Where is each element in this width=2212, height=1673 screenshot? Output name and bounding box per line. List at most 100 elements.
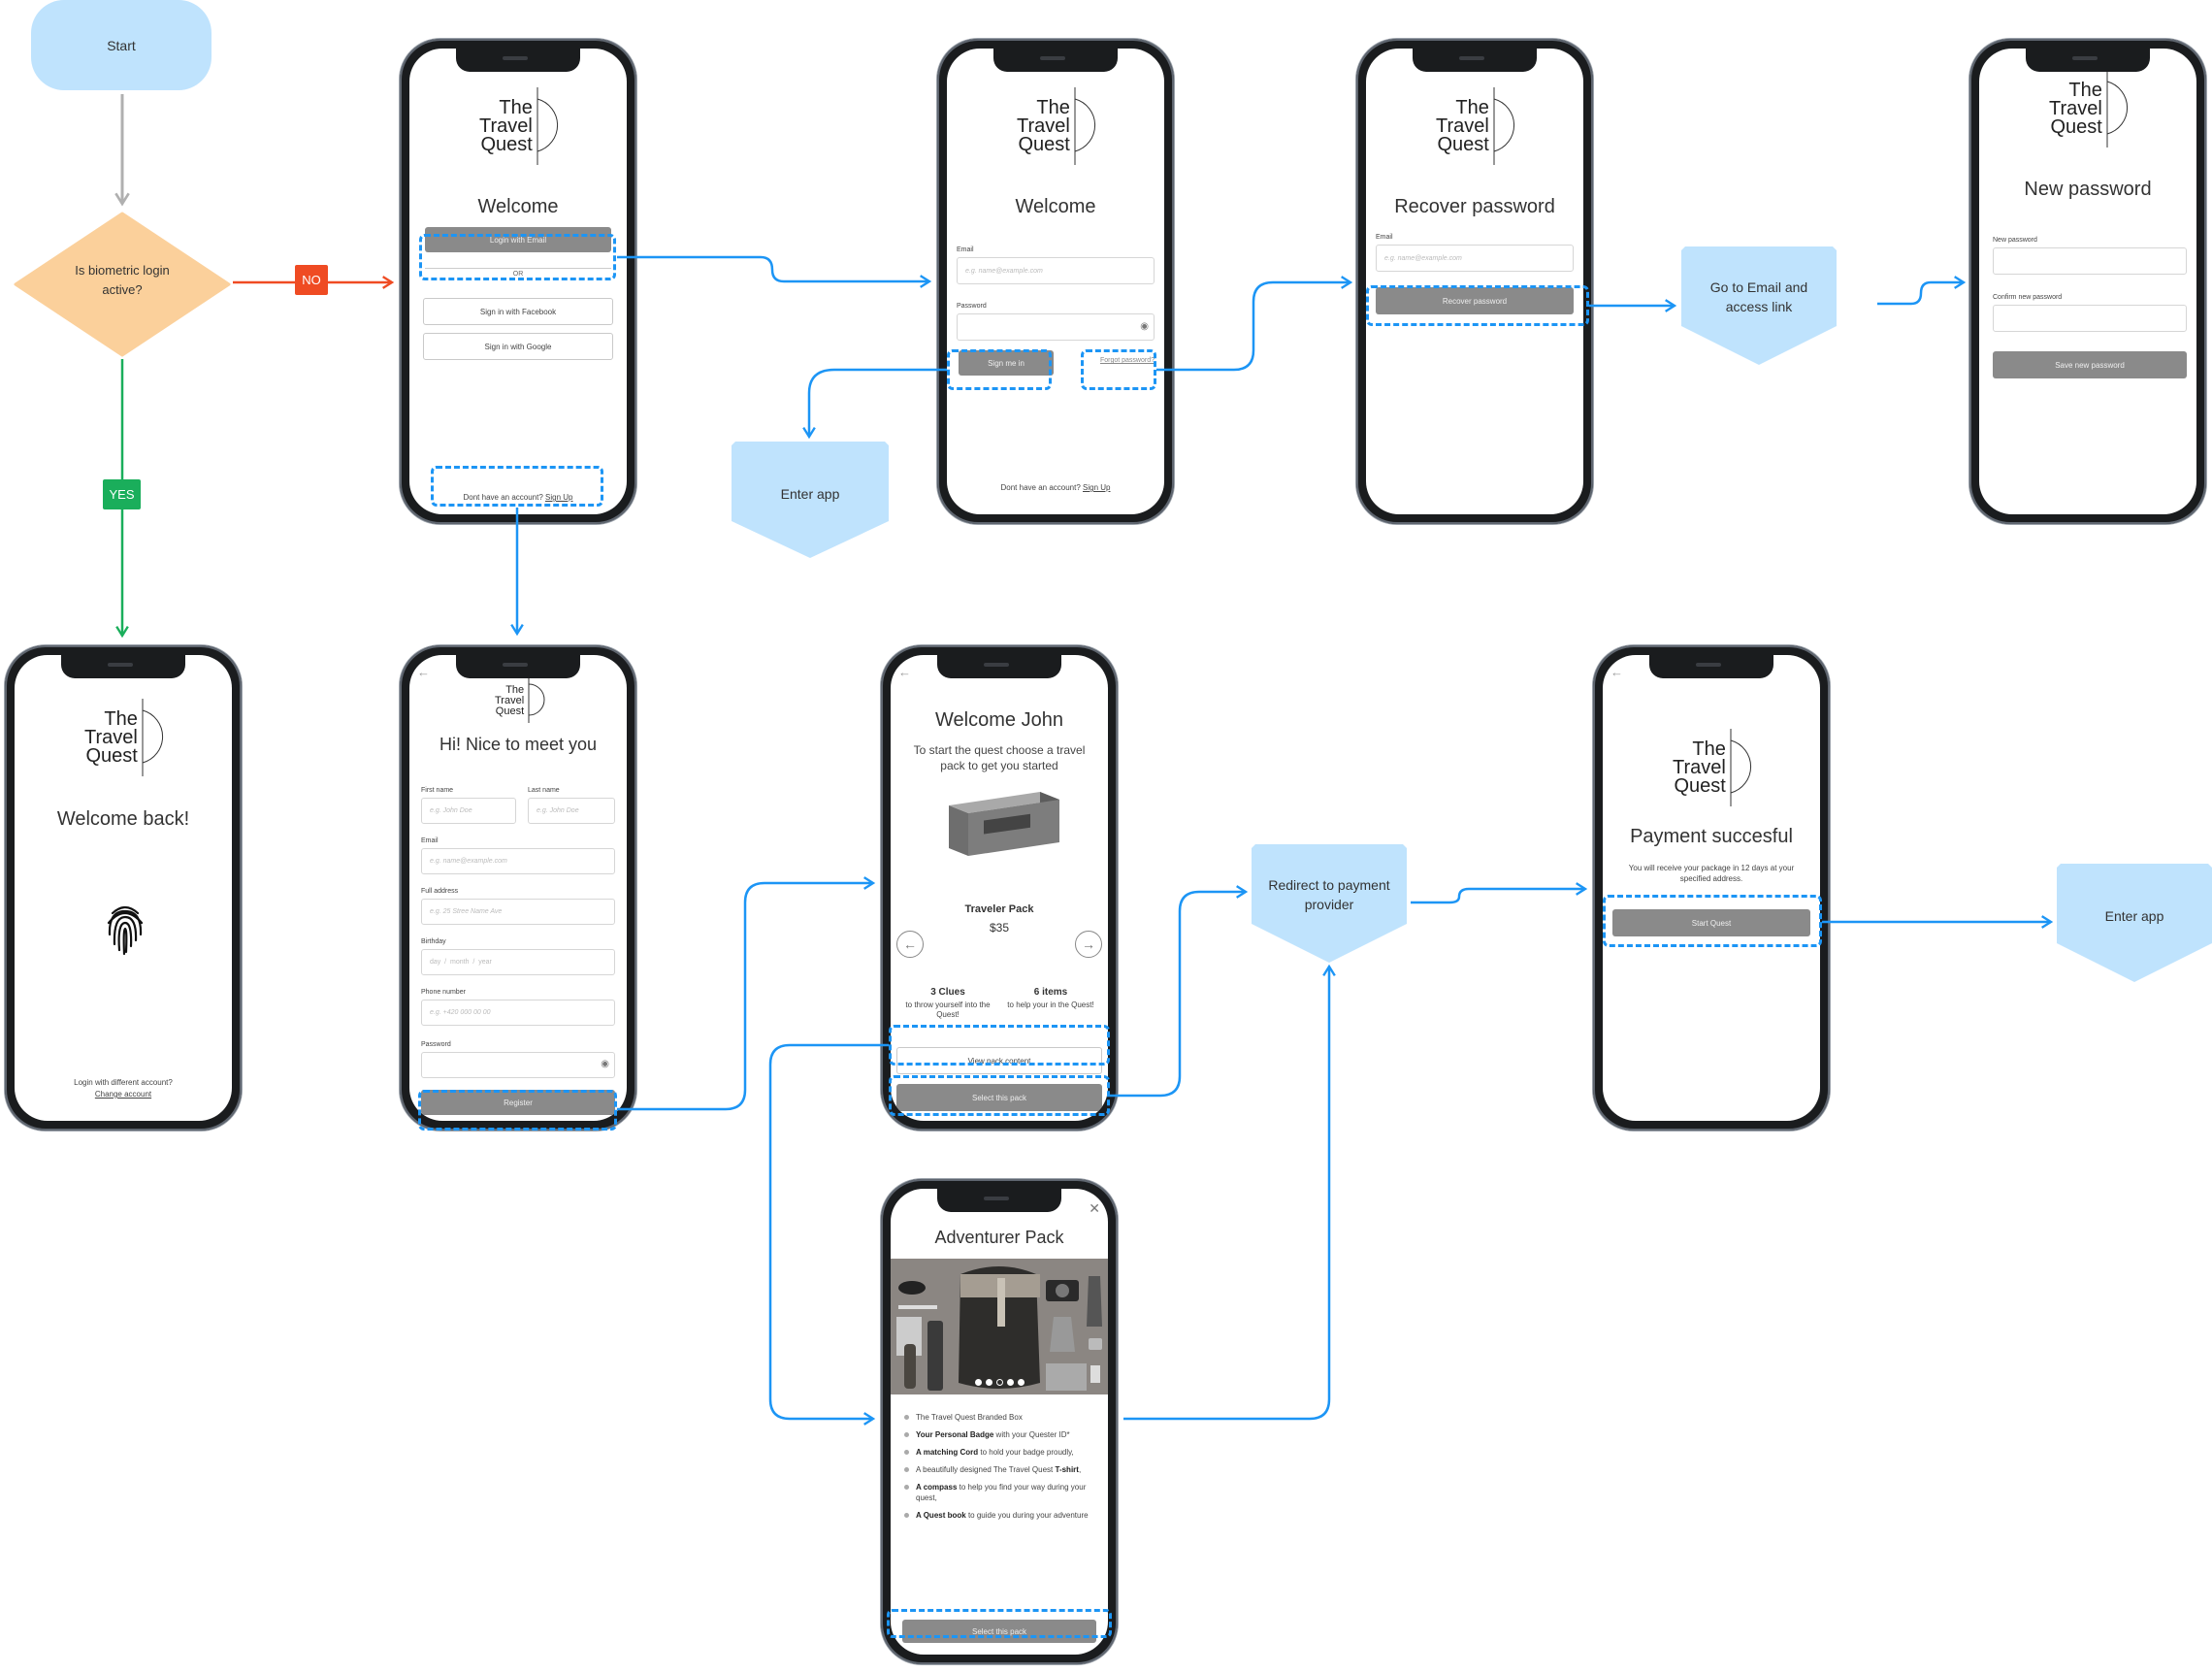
different-account-text: Login with different account?: [74, 1078, 173, 1087]
carousel-dot-active[interactable]: [995, 1379, 1003, 1386]
go-to-email-label: Go to Email and access link: [1709, 279, 1808, 314]
eye-icon[interactable]: ◉: [601, 1059, 609, 1069]
signup-prompt: Dont have an account? Sign Up: [463, 493, 573, 502]
password-input[interactable]: [421, 1052, 615, 1078]
connector-login-email-to-signin: [617, 255, 932, 288]
screen-title: New password: [2024, 179, 2152, 200]
start-node: Start: [31, 0, 211, 90]
decision-label: Is biometric login active?: [75, 263, 170, 297]
carousel-dot[interactable]: [974, 1379, 982, 1386]
phone-pack-detail-screen: ✕ Adventurer Pack The Travel Quest Brand…: [881, 1179, 1118, 1664]
email-input[interactable]: e.g. name@example.com: [1376, 245, 1574, 272]
no-label: NO: [302, 273, 321, 287]
phone-notch: [456, 49, 580, 72]
or-label: OR: [506, 271, 530, 278]
phone-notch: [993, 49, 1118, 72]
fingerprint-icon[interactable]: [105, 902, 146, 956]
carousel-dot[interactable]: [985, 1379, 992, 1386]
birthday-label: Birthday: [421, 938, 446, 945]
connector-email-to-newpassword: [1877, 276, 1967, 306]
new-password-input[interactable]: [1993, 247, 2187, 275]
last-name-label: Last name: [528, 787, 560, 794]
brand-logo: The Travel Quest: [1436, 87, 1522, 165]
signup-prompt: Dont have an account? Sign Up: [1000, 483, 1111, 492]
carousel-dot[interactable]: [1006, 1379, 1014, 1386]
enter-app-label: Enter app: [780, 486, 840, 502]
confirm-password-input[interactable]: [1993, 305, 2187, 332]
brand-logo: The Travel Quest: [1673, 729, 1759, 806]
list-item: The Travel Quest Branded Box: [904, 1412, 1098, 1423]
connector-view-pack-to-detail: [768, 1043, 889, 1426]
address-input[interactable]: e.g. 25 Stree Name Ave: [421, 899, 615, 925]
back-arrow-icon[interactable]: ←: [417, 665, 430, 679]
email-input[interactable]: e.g. name@example.com: [421, 848, 615, 874]
yes-badge: YES: [103, 479, 141, 509]
change-account-link[interactable]: Change account: [15, 1090, 232, 1099]
carousel-dots: [891, 1379, 1108, 1386]
last-name-input[interactable]: e.g. John Doe: [528, 798, 615, 824]
select-pack-button[interactable]: Select this pack: [902, 1620, 1096, 1643]
password-input[interactable]: [957, 313, 1155, 341]
connector-select-pack-to-payment: [1110, 885, 1249, 1098]
email-input[interactable]: e.g. name@example.com: [957, 257, 1155, 284]
select-pack-button[interactable]: Select this pack: [896, 1084, 1102, 1111]
carousel-dot[interactable]: [1017, 1379, 1025, 1386]
email-label: Email: [421, 837, 439, 844]
save-new-password-button[interactable]: Save new password: [1993, 351, 2187, 378]
back-arrow-icon[interactable]: ←: [898, 665, 911, 679]
pack-photo-illustration: [891, 1259, 1108, 1394]
first-name-input[interactable]: e.g. John Doe: [421, 798, 516, 824]
back-arrow-icon[interactable]: ←: [1610, 665, 1623, 679]
phone-notch: [937, 655, 1061, 678]
pack-photo: [891, 1259, 1108, 1394]
phone-notch: [937, 1189, 1061, 1212]
list-item: A Quest book to guide you during your ad…: [904, 1510, 1098, 1521]
payment-message: You will receive your package in 12 days…: [1628, 864, 1795, 883]
login-with-email-button[interactable]: Login with Email: [425, 227, 611, 252]
connector-detail-to-payment: [1123, 964, 1336, 1421]
enter-app-label: Enter app: [2104, 908, 2164, 924]
phone-notch: [456, 655, 580, 678]
brand-logo: The Travel Quest: [479, 87, 566, 165]
connector-signin-to-enter-app: [802, 368, 947, 440]
connector-register-to-choose-pack: [617, 876, 876, 1111]
view-pack-content-button[interactable]: View pack content: [896, 1047, 1102, 1074]
list-item: Your Personal Badge with your Quester ID…: [904, 1429, 1098, 1440]
connector-forgot-to-recover: [1156, 276, 1353, 372]
eye-icon[interactable]: ◉: [1140, 321, 1149, 332]
recover-password-button[interactable]: Recover password: [1376, 287, 1574, 314]
redirect-payment-node: Redirect to payment provider: [1252, 844, 1407, 963]
screen-title: Recover password: [1394, 196, 1555, 217]
decision-node: Is biometric login active?: [14, 212, 231, 357]
sign-up-link[interactable]: Sign Up: [545, 493, 572, 502]
enter-app-node-2: Enter app: [2057, 864, 2212, 982]
previous-pack-button[interactable]: ←: [896, 931, 924, 958]
new-password-label: New password: [1993, 237, 2037, 244]
phone-label: Phone number: [421, 989, 466, 996]
facebook-signin-button[interactable]: Sign in with Facebook: [423, 298, 613, 325]
start-quest-button[interactable]: Start Quest: [1612, 909, 1810, 936]
pack-price: $35: [989, 921, 1010, 935]
start-label: Start: [107, 37, 136, 53]
stat-items: 6 items to help your in the Quest!: [1007, 987, 1094, 1009]
birthday-input[interactable]: day / month / year: [421, 949, 615, 975]
brand-logo: The Travel Quest: [2049, 70, 2135, 148]
go-to-email-node: Go to Email and access link: [1681, 246, 1837, 365]
sign-up-link[interactable]: Sign Up: [1083, 483, 1110, 492]
close-icon[interactable]: ✕: [1089, 1200, 1100, 1217]
screen-title: Welcome: [1015, 196, 1096, 217]
phone-notch: [1413, 49, 1537, 72]
next-pack-button[interactable]: →: [1075, 931, 1102, 958]
register-button[interactable]: Register: [421, 1090, 615, 1115]
list-item: A compass to help you find your way duri…: [904, 1482, 1098, 1503]
connector-payment-to-success: [1411, 882, 1588, 904]
choose-pack-subtitle: To start the quest choose a travel pack …: [913, 743, 1086, 772]
phone-welcome-back-screen: The Travel Quest Welcome back! Login with …: [5, 645, 242, 1131]
brand-logo: The Travel Quest: [84, 699, 171, 776]
forgot-password-link[interactable]: Forgot password?: [1100, 357, 1155, 364]
sign-me-in-button[interactable]: Sign me in: [959, 350, 1054, 376]
confirm-password-label: Confirm new password: [1993, 294, 2063, 301]
google-signin-button[interactable]: Sign in with Google: [423, 333, 613, 360]
phone-notch: [61, 655, 185, 678]
phone-input[interactable]: e.g. +420 000 00 00: [421, 1000, 615, 1026]
